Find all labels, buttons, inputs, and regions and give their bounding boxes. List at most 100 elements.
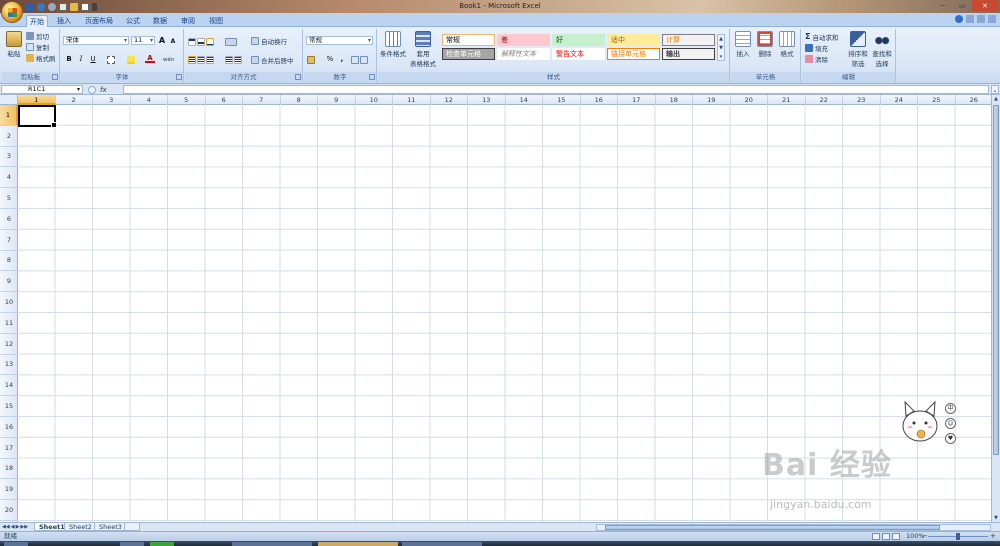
column-header[interactable]: 22 [806,95,843,105]
alignment-launcher-icon[interactable] [295,74,301,80]
cut-button[interactable]: 剪切 [26,31,49,41]
format-painter-button[interactable]: 格式刷 [26,53,56,63]
row-header[interactable]: 7 [0,230,18,251]
column-header[interactable]: 17 [618,95,656,105]
column-header[interactable]: 16 [581,95,618,105]
column-header[interactable]: 18 [656,95,693,105]
style-normal[interactable]: 常规 [442,34,495,46]
taskbar-item[interactable] [402,542,482,546]
number-format-combo[interactable]: 常规 [306,36,373,45]
bold-button[interactable]: B [64,55,74,64]
delete-cells-button[interactable]: 删除 [755,31,775,58]
decrease-indent-icon[interactable] [225,55,233,64]
conditional-formatting-button[interactable]: 条件格式 [380,31,406,58]
insert-sheet-icon[interactable] [124,523,140,531]
formula-input[interactable] [123,85,989,94]
row-header[interactable]: 14 [0,375,18,397]
merge-center-button[interactable]: 合并后居中 [251,55,294,65]
scroll-up-icon[interactable]: ▲ [992,95,1000,103]
fill-button[interactable]: 填充 [805,43,828,53]
row-header[interactable]: 19 [0,479,18,501]
style-linked-cell[interactable]: 链接单元格 [607,48,660,60]
zoom-slider[interactable] [928,533,988,540]
tab-data[interactable]: 数据 [149,15,171,27]
tab-review[interactable]: 审阅 [177,15,199,27]
cancel-entry-icon[interactable] [88,85,96,94]
taskbar-item[interactable] [120,542,144,546]
horizontal-scrollbar[interactable] [596,524,991,531]
row-header[interactable]: 5 [0,188,18,209]
row-header[interactable]: 8 [0,251,18,272]
first-sheet-icon[interactable]: ◀◀ [2,523,10,531]
prev-sheet-icon[interactable]: ◀ [11,523,15,531]
column-header[interactable]: 12 [431,95,468,105]
style-output[interactable]: 输出 [662,48,715,60]
zoom-in-icon[interactable]: + [990,532,996,541]
clipboard-launcher-icon[interactable] [52,74,58,80]
language-icon[interactable]: 中 [945,403,956,414]
column-header[interactable]: 9 [318,95,356,105]
italic-button[interactable]: I [76,55,86,64]
row-header[interactable]: 13 [0,355,18,376]
row-header[interactable]: 4 [0,167,18,189]
maximize-button[interactable]: ▭ [953,0,971,11]
column-header[interactable]: 4 [131,95,168,105]
font-launcher-icon[interactable] [176,74,182,80]
number-launcher-icon[interactable] [369,74,375,80]
underline-button[interactable]: U [88,55,98,64]
align-middle-icon[interactable] [197,37,205,46]
close-button[interactable]: ✕ [972,0,998,11]
column-header[interactable]: 23 [843,95,881,105]
column-header[interactable]: 6 [206,95,243,105]
row-header[interactable]: 11 [0,313,18,334]
vertical-scroll-thumb[interactable] [993,105,999,455]
help-icon[interactable] [955,15,963,23]
ribbon-restore-icon[interactable] [977,15,985,23]
insert-cells-button[interactable]: 插入 [733,31,753,58]
row-header[interactable]: 15 [0,396,18,417]
style-calculation[interactable]: 计算 [662,34,715,46]
page-break-view-icon[interactable] [892,533,900,540]
tab-insert[interactable]: 插入 [53,15,75,27]
sort-filter-button[interactable]: 排序和 筛选 [846,31,870,68]
orientation-button[interactable] [225,37,237,46]
column-header[interactable]: 21 [768,95,806,105]
taskbar-item[interactable] [318,542,398,546]
row-header[interactable]: 2 [0,126,18,147]
align-center-icon[interactable] [197,55,205,64]
style-bad[interactable]: 差 [497,34,550,46]
insert-function-button[interactable]: fx [100,86,107,94]
row-header[interactable]: 16 [0,417,18,438]
increase-indent-icon[interactable] [234,55,242,64]
align-left-icon[interactable] [188,55,196,64]
decrease-decimal-icon[interactable] [360,55,368,64]
office-button[interactable] [1,1,23,23]
page-layout-view-icon[interactable] [882,533,890,540]
horizontal-scroll-thumb[interactable] [605,525,940,530]
column-header[interactable]: 5 [168,95,206,105]
style-good[interactable]: 好 [552,34,605,46]
percent-button[interactable]: % [325,55,335,64]
next-sheet-icon[interactable]: ▶ [16,523,20,531]
row-header[interactable]: 1 [0,105,18,126]
align-bottom-icon[interactable] [206,37,214,46]
column-header[interactable]: 10 [356,95,393,105]
style-neutral[interactable]: 适中 [607,34,660,46]
column-header[interactable]: 26 [956,95,992,105]
increase-decimal-icon[interactable] [351,55,359,64]
align-right-icon[interactable] [206,55,214,64]
copy-button[interactable]: 复制 [26,42,49,52]
column-header[interactable]: 13 [468,95,506,105]
column-header[interactable]: 14 [506,95,543,105]
tab-home[interactable]: 开始 [26,15,48,27]
column-header[interactable]: 20 [731,95,768,105]
borders-button[interactable] [107,55,115,64]
phonetic-button[interactable]: wén [163,55,174,64]
column-header[interactable]: 1 [18,95,56,105]
row-header[interactable]: 20 [0,500,18,521]
row-header[interactable]: 18 [0,459,18,480]
zoom-slider-knob[interactable] [956,533,960,540]
style-warning[interactable]: 警告文本 [552,48,605,60]
heart-icon[interactable]: ♥ [945,433,956,444]
column-header[interactable]: 8 [281,95,318,105]
